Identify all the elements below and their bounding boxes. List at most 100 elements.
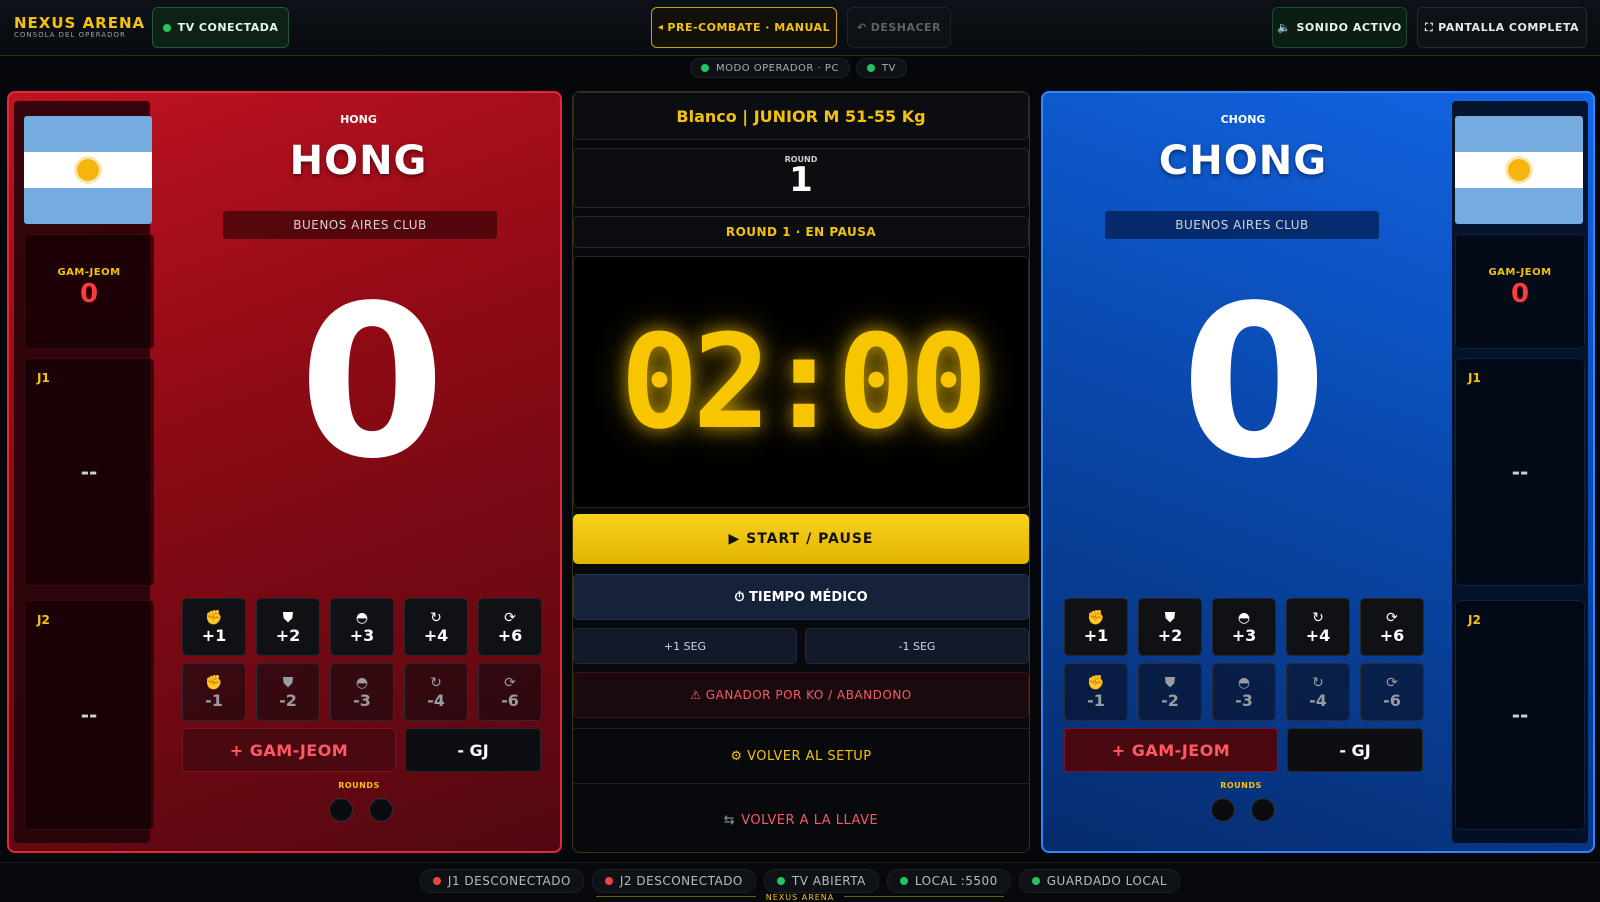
tv-status-label: TV CONECTADA — [177, 21, 279, 34]
blue-round-indicator-1 — [1211, 798, 1235, 822]
blue-j1-value: -- — [1511, 460, 1529, 484]
blue-plus-6-button[interactable]: ⟳ +6 — [1360, 598, 1424, 656]
spin-body-icon: ↻ — [430, 609, 442, 626]
brand: NEXUS ARENA CONSOLA DEL OPERADOR — [14, 15, 145, 39]
red-competitor-panel: GAM-JEOM 0 J1 -- J2 -- HONG HONG BUENOS … — [7, 91, 562, 853]
red-gam-jeom-label: GAM-JEOM — [57, 267, 121, 278]
red-club: BUENOS AIRES CLUB — [223, 211, 497, 239]
fullscreen-label: PANTALLA COMPLETA — [1438, 21, 1580, 34]
status-dot — [776, 877, 785, 885]
red-minus-3-button[interactable]: ◓ -3 — [330, 663, 394, 721]
spin-head-icon: ⟳ — [504, 674, 516, 691]
back-to-bracket-button[interactable]: ⇆ VOLVER A LA LLAVE — [573, 792, 1029, 848]
blue-minus-2-button[interactable]: ⛊ -2 — [1138, 663, 1202, 721]
torso-icon: ⛊ — [282, 674, 294, 691]
blue-round-indicator-2 — [1251, 798, 1275, 822]
round-status: ROUND 1 · EN PAUSA — [573, 216, 1029, 248]
spin-head-icon: ⟳ — [1386, 674, 1398, 691]
blue-add-gam-jeom-button[interactable]: + GAM-JEOM — [1064, 728, 1278, 772]
start-pause-button[interactable]: ▶ START / PAUSE — [573, 514, 1029, 564]
red-round-indicator-1 — [329, 798, 353, 822]
blue-plus-1-button[interactable]: ✊ +1 — [1064, 598, 1128, 656]
sound-button[interactable]: 🔈 SONIDO ACTIVO — [1272, 7, 1407, 48]
tv-dot — [866, 64, 875, 72]
blue-rounds-label: ROUNDS — [1220, 781, 1262, 790]
sun-of-may-icon — [77, 159, 99, 181]
red-remove-gj-button[interactable]: - GJ — [405, 728, 541, 772]
undo-label: DESHACER — [870, 21, 942, 34]
blue-j2-box: J2 -- — [1455, 600, 1585, 830]
fist-icon: ✊ — [1087, 609, 1105, 626]
blue-j1-box: J1 -- — [1455, 358, 1585, 586]
operator-mode-pill: MODO OPERADOR · PC — [690, 58, 850, 78]
red-j2-box: J2 -- — [24, 600, 154, 830]
tv-status-button[interactable]: TV CONECTADA — [152, 7, 289, 48]
fullscreen-button[interactable]: ⛶ PANTALLA COMPLETA — [1417, 7, 1587, 48]
back-to-setup-button[interactable]: ⚙ VOLVER AL SETUP — [573, 728, 1029, 784]
blue-plus-3-button[interactable]: ◓ +3 — [1212, 598, 1276, 656]
torso-icon: ⛊ — [1164, 674, 1176, 691]
red-j1-label: J1 — [37, 371, 50, 385]
return-icon: ⇆ — [723, 812, 736, 828]
red-add-gam-jeom-button[interactable]: + GAM-JEOM — [182, 728, 396, 772]
blue-club: BUENOS AIRES CLUB — [1105, 211, 1379, 239]
red-plus-1-button[interactable]: ✊ +1 — [182, 598, 246, 656]
center-control-panel: Blanco | JUNIOR M 51-55 Kg ROUND 1 ROUND… — [572, 91, 1030, 853]
blue-minus-1-button[interactable]: ✊ -1 — [1064, 663, 1128, 721]
ko-winner-button[interactable]: ⚠ GANADOR POR KO / ABANDONO — [573, 672, 1029, 718]
spin-body-icon: ↻ — [1312, 609, 1324, 626]
operator-mode-text: MODO OPERADOR · PC — [716, 62, 839, 74]
mode-label: PRE-COMBATE · MANUAL — [667, 21, 831, 34]
top-bar: NEXUS ARENA CONSOLA DEL OPERADOR TV CONE… — [0, 0, 1600, 56]
blue-minus-3-button[interactable]: ◓ -3 — [1212, 663, 1276, 721]
torso-icon: ⛊ — [282, 609, 294, 626]
red-j1-value: -- — [80, 460, 98, 484]
red-j2-value: -- — [80, 703, 98, 727]
spin-body-icon: ↻ — [1312, 674, 1324, 691]
judge2-status: J2 DESCONECTADO — [591, 869, 756, 893]
red-minus-6-button[interactable]: ⟳ -6 — [478, 663, 542, 721]
blue-plus-4-button[interactable]: ↻ +4 — [1286, 598, 1350, 656]
local-server-status: LOCAL :5500 — [886, 869, 1011, 893]
undo-button[interactable]: ↶ DESHACER — [847, 7, 951, 48]
judge1-status: J1 DESCONECTADO — [419, 869, 584, 893]
red-j2-label: J2 — [37, 613, 50, 627]
minus-one-second-button[interactable]: -1 SEG — [805, 628, 1029, 664]
blue-score: 0 — [1181, 260, 1328, 505]
red-minus-2-button[interactable]: ⛊ -2 — [256, 663, 320, 721]
red-corner-name: HONG — [340, 113, 377, 126]
mode-button[interactable]: ◂ PRE-COMBATE · MANUAL — [651, 7, 837, 48]
red-plus-4-button[interactable]: ↻ +4 — [404, 598, 468, 656]
blue-minus-4-button[interactable]: ↻ -4 — [1286, 663, 1350, 721]
red-plus-2-button[interactable]: ⛊ +2 — [256, 598, 320, 656]
blue-competitor-panel: GAM-JEOM 0 J1 -- J2 -- CHONG CHONG BUENO… — [1041, 91, 1595, 853]
fullscreen-icon: ⛶ — [1424, 20, 1434, 34]
spin-head-icon: ⟳ — [504, 609, 516, 626]
speaker-icon: 🔈 — [1277, 21, 1292, 34]
head-icon: ◓ — [355, 674, 369, 691]
local-save-status: GUARDADO LOCAL — [1018, 869, 1181, 893]
red-gam-jeom-value: 0 — [79, 279, 99, 309]
tv-pill: TV — [855, 58, 907, 78]
plus-one-second-button[interactable]: +1 SEG — [573, 628, 797, 664]
footer-status-bar: J1 DESCONECTADO J2 DESCONECTADO TV ABIER… — [0, 862, 1600, 902]
footer-line-right — [844, 896, 1004, 897]
medical-time-button[interactable]: ⏱ TIEMPO MÉDICO — [573, 574, 1029, 620]
head-icon: ◓ — [1237, 674, 1251, 691]
mode-dot — [701, 64, 709, 72]
red-j1-box: J1 -- — [24, 358, 154, 586]
tv-pill-text: TV — [881, 62, 896, 74]
brand-title: NEXUS ARENA — [14, 14, 146, 32]
tv-open-status: TV ABIERTA — [763, 869, 879, 893]
blue-gam-jeom-box: GAM-JEOM 0 — [1455, 234, 1585, 349]
red-minus-4-button[interactable]: ↻ -4 — [404, 663, 468, 721]
blue-corner-name: CHONG — [1220, 113, 1266, 126]
blue-minus-6-button[interactable]: ⟳ -6 — [1360, 663, 1424, 721]
red-round-indicator-2 — [369, 798, 393, 822]
red-plus-3-button[interactable]: ◓ +3 — [330, 598, 394, 656]
red-minus-1-button[interactable]: ✊ -1 — [182, 663, 246, 721]
red-rounds-label: ROUNDS — [338, 781, 380, 790]
red-plus-6-button[interactable]: ⟳ +6 — [478, 598, 542, 656]
blue-remove-gj-button[interactable]: - GJ — [1287, 728, 1423, 772]
blue-plus-2-button[interactable]: ⛊ +2 — [1138, 598, 1202, 656]
